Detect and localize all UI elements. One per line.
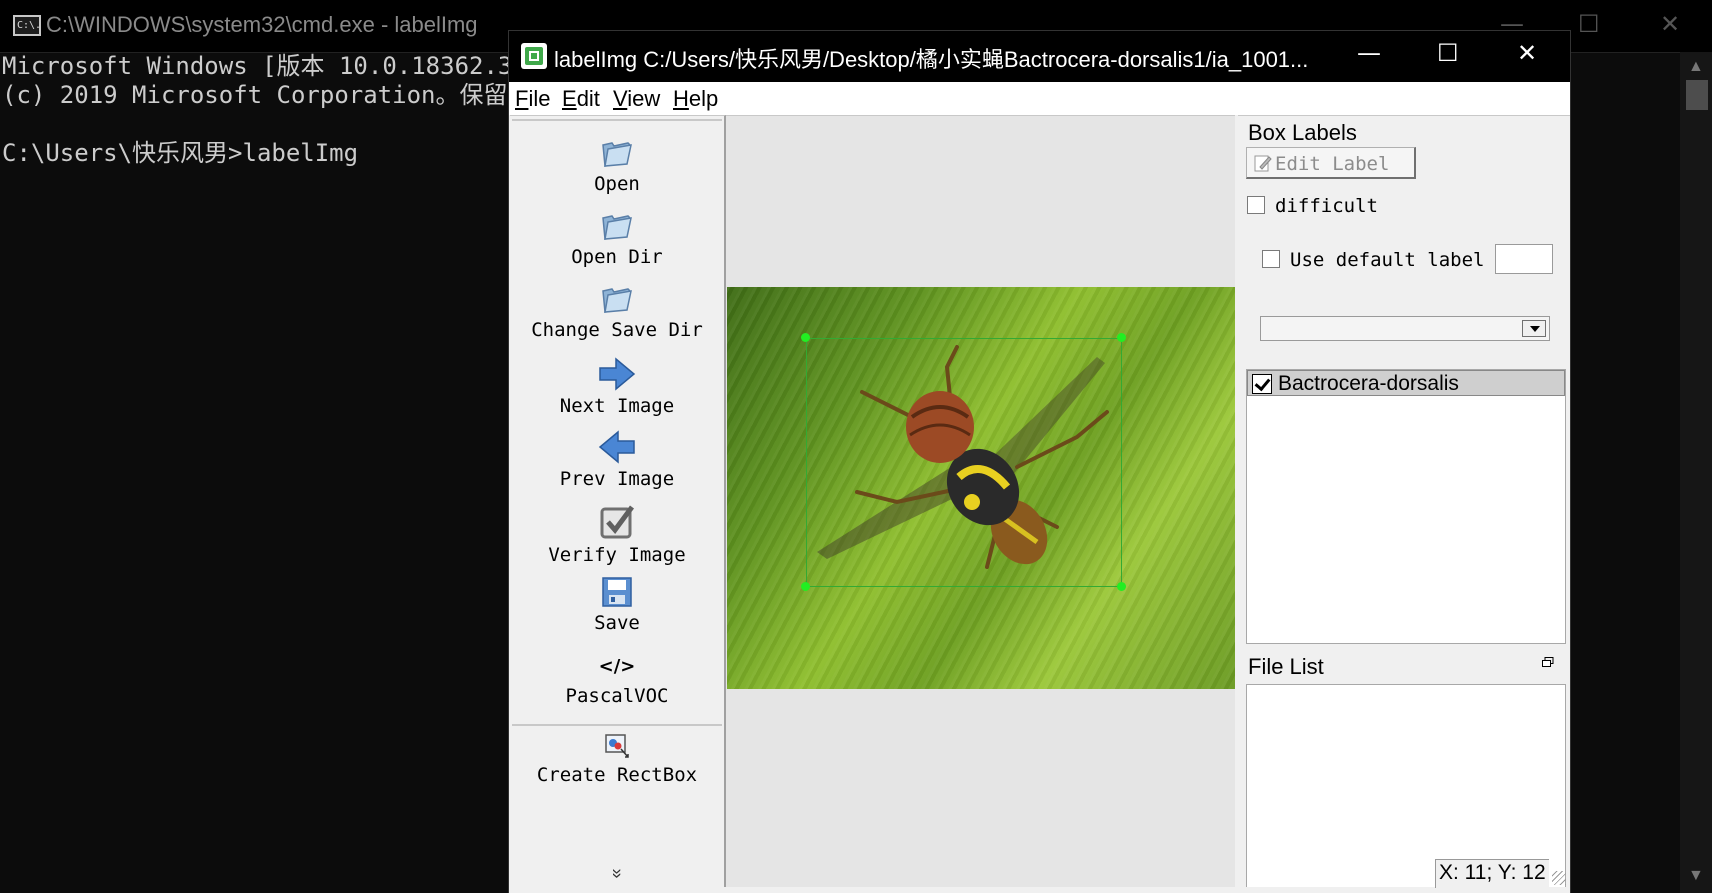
folder-open-icon (602, 215, 632, 240)
scroll-down-icon[interactable]: ▼ (1688, 867, 1704, 885)
cmd-scroll-thumb[interactable] (1686, 80, 1708, 110)
fruit-fly-image[interactable] (727, 287, 1235, 689)
labelimg-title: labelImg C:/Users/快乐风男/Desktop/橘小实蝇Bactr… (554, 47, 1309, 72)
bbox-handle-top-right[interactable] (1117, 333, 1126, 342)
cmd-line: Microsoft Windows [版本 10.0.18362.3 (2, 52, 513, 80)
bounding-box[interactable] (806, 338, 1122, 587)
format-toggle-button[interactable]: </> PascalVOC (510, 653, 724, 707)
undock-window-icon[interactable] (1542, 657, 1554, 667)
verify-image-button[interactable]: Verify Image (510, 504, 724, 566)
file-list-title: File List (1248, 654, 1324, 679)
toolbar: Open Open Dir Change Save Dir Next Image (510, 115, 726, 888)
menu-help[interactable]: Help (673, 86, 718, 112)
right-dock: Box Labels Edit Label difficult Use defa… (1238, 115, 1570, 888)
chevron-double-down-icon: » (607, 868, 628, 879)
use-default-label-label: Use default label (1290, 249, 1485, 271)
box-labels-title: Box Labels (1248, 120, 1357, 145)
difficult-label: difficult (1275, 195, 1378, 217)
menu-view[interactable]: View (613, 86, 660, 112)
menu-bar: File Edit View Help (509, 82, 1570, 115)
code-tag-icon: </> (598, 656, 636, 677)
change-save-dir-button[interactable]: Change Save Dir (510, 281, 724, 341)
labelimg-window: labelImg C:/Users/快乐风男/Desktop/橘小实蝇Bactr… (509, 31, 1570, 893)
labelimg-maximize-button[interactable]: ☐ (1437, 39, 1459, 67)
cmd-title: C:\WINDOWS\system32\cmd.exe - labelImg (46, 12, 478, 37)
cursor-coordinates: X: 11; Y: 12 (1435, 859, 1549, 888)
menu-edit[interactable]: Edit (562, 86, 600, 112)
cmd-line (2, 110, 512, 139)
arrow-left-icon (598, 430, 635, 464)
toolbar-separator (512, 119, 722, 121)
label-list-item[interactable]: Bactrocera-dorsalis (1247, 370, 1565, 396)
chevron-down-icon[interactable] (1522, 320, 1546, 337)
use-default-label-checkbox[interactable] (1262, 250, 1280, 268)
difficult-checkbox[interactable] (1247, 196, 1265, 214)
image-canvas[interactable] (726, 115, 1235, 888)
arrow-right-icon (599, 357, 636, 391)
scroll-up-icon[interactable]: ▲ (1688, 58, 1704, 76)
resize-grip-icon[interactable] (1552, 871, 1566, 885)
bbox-handle-bottom-right[interactable] (1117, 582, 1126, 591)
folder-open-icon (602, 288, 632, 313)
prev-image-button[interactable]: Prev Image (510, 430, 724, 490)
floppy-disk-icon (602, 577, 632, 607)
cmd-icon: C:\. (13, 15, 41, 36)
toolbar-separator (512, 724, 722, 726)
cmd-line: (c) 2019 Microsoft Corporation。保留 (2, 81, 508, 109)
bbox-handle-top-left[interactable] (801, 333, 810, 342)
cmd-output[interactable]: Microsoft Windows [版本 10.0.18362.3 (c) 20… (2, 52, 512, 168)
label-visibility-checkbox[interactable] (1252, 374, 1272, 394)
edit-label-button[interactable]: Edit Label (1246, 147, 1416, 179)
next-image-button[interactable]: Next Image (510, 357, 724, 417)
open-dir-button[interactable]: Open Dir (510, 208, 724, 268)
label-list[interactable]: Bactrocera-dorsalis (1246, 369, 1566, 644)
menu-file[interactable]: File (515, 86, 550, 112)
labelimg-app-icon (521, 43, 547, 69)
checkbox-verify-icon (600, 505, 635, 539)
status-bar (509, 887, 1570, 893)
open-button[interactable]: Open (510, 135, 724, 195)
toolbar-extension-button[interactable]: » (510, 863, 724, 884)
default-label-input[interactable] (1495, 244, 1553, 274)
folder-open-icon (602, 142, 632, 167)
cmd-close-button[interactable]: ✕ (1660, 10, 1680, 38)
cmd-scrollbar[interactable]: ▲ ▼ (1680, 52, 1712, 893)
file-list[interactable] (1246, 684, 1566, 888)
edit-pencil-icon (1254, 155, 1272, 172)
bbox-handle-bottom-left[interactable] (801, 582, 810, 591)
create-rectbox-button[interactable]: Create RectBox (510, 732, 724, 786)
labelimg-close-button[interactable]: ✕ (1517, 39, 1537, 67)
cmd-maximize-button[interactable]: ☐ (1578, 10, 1600, 38)
labelimg-minimize-button[interactable]: — (1357, 39, 1381, 67)
cmd-prompt-line: C:\Users\快乐风男>labelImg (2, 139, 359, 167)
draw-rectangle-icon (605, 734, 629, 758)
labelimg-titlebar[interactable]: labelImg C:/Users/快乐风男/Desktop/橘小实蝇Bactr… (509, 31, 1570, 82)
label-filter-combobox[interactable] (1260, 316, 1550, 341)
save-button[interactable]: Save (510, 576, 724, 634)
